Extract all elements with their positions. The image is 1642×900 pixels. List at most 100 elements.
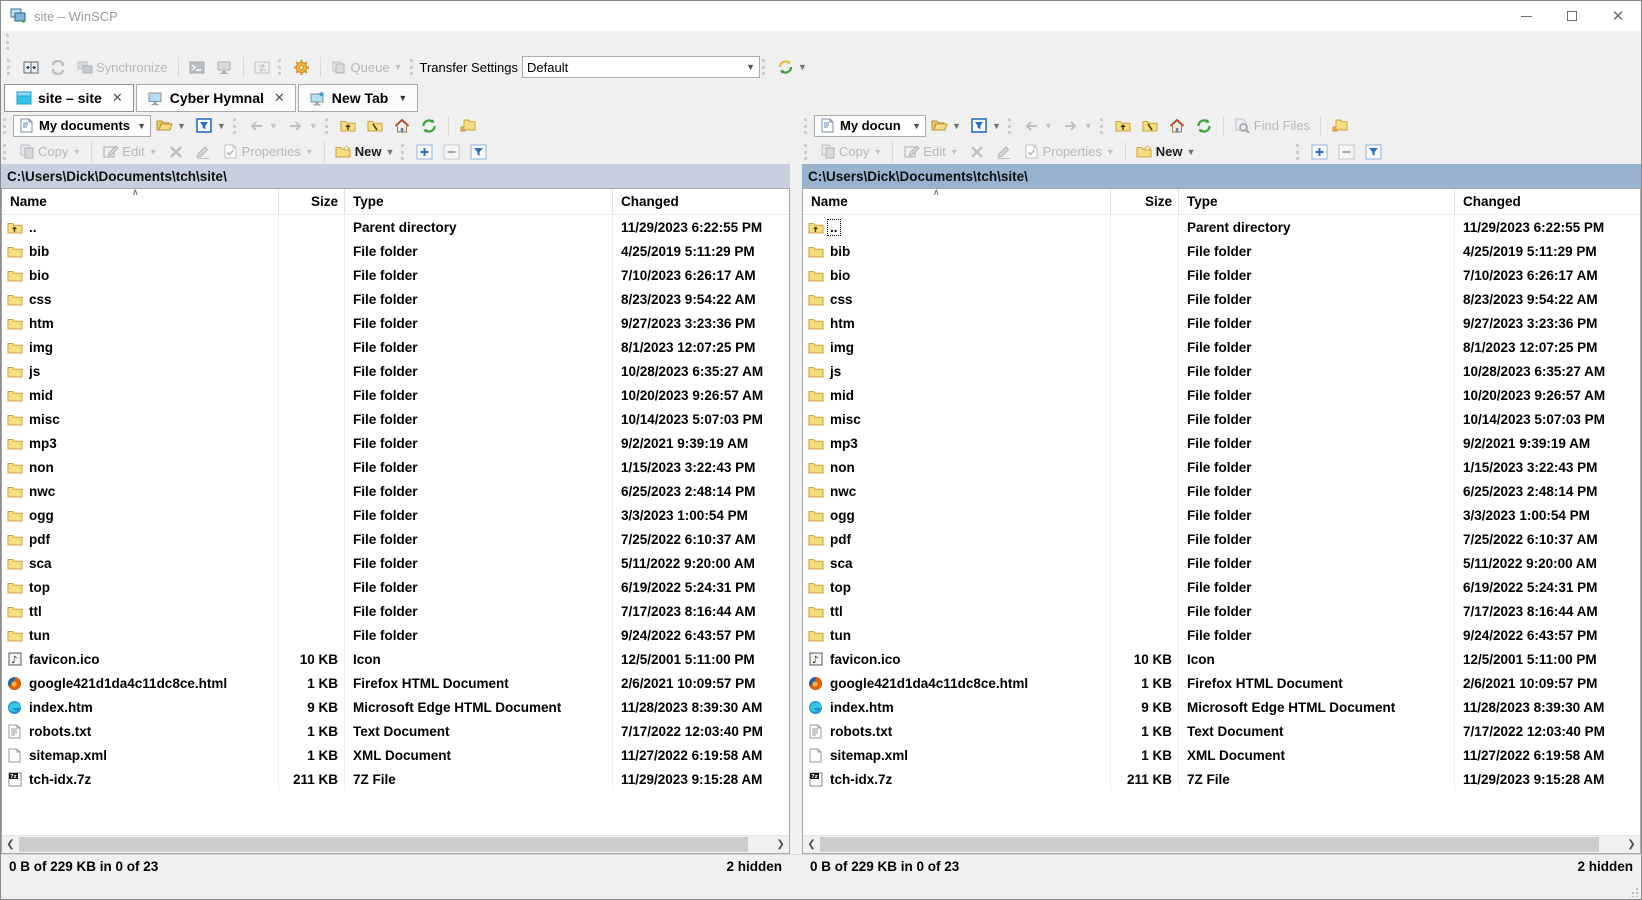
file-row-misc[interactable]: miscFile folder10/14/2023 5:07:03 PM (803, 407, 1640, 431)
file-row-google421d1da4c11dc8ce.html[interactable]: google421d1da4c11dc8ce.html1 KBFirefox H… (2, 671, 789, 695)
scroll-right-icon[interactable]: ❯ (772, 836, 789, 853)
column-header-name[interactable]: Name∧ (2, 189, 279, 214)
file-row-css[interactable]: cssFile folder8/23/2023 9:54:22 AM (2, 287, 789, 311)
file-row-parent[interactable]: ..Parent directory11/29/2023 6:22:55 PM (803, 215, 1640, 239)
left-refresh-button[interactable] (416, 113, 443, 138)
right-find-files-button[interactable]: Find Files (1229, 113, 1315, 138)
file-row-tch-idx.7z[interactable]: 7ztch-idx.7z211 KB7Z File11/29/2023 9:15… (803, 767, 1640, 791)
left-forward-button[interactable]: ▼ (283, 113, 323, 138)
toolbar-gripper[interactable] (804, 144, 809, 160)
file-row-ttl[interactable]: ttlFile folder7/17/2023 8:16:44 AM (803, 599, 1640, 623)
transfer-settings-select[interactable]: Default ▼ (522, 56, 760, 78)
right-root-directory-button[interactable] (1137, 113, 1164, 138)
file-row-htm[interactable]: htmFile folder9/27/2023 3:23:36 PM (803, 311, 1640, 335)
left-open-dir-bookmark-button[interactable] (454, 113, 481, 138)
file-row-robots.txt[interactable]: robots.txt1 KBText Document7/17/2022 12:… (2, 719, 789, 743)
right-horizontal-scrollbar[interactable]: ❮ ❯ (803, 835, 1640, 853)
tab-site-site[interactable]: site – site ✕ (4, 84, 134, 112)
preferences-panels-button[interactable] (17, 55, 44, 80)
left-copy-button[interactable]: Copy▼ (13, 139, 86, 164)
file-row-pdf[interactable]: pdfFile folder7/25/2022 6:10:37 AM (2, 527, 789, 551)
right-rename-button[interactable] (991, 139, 1018, 164)
right-location-select[interactable]: My docun ▼ (814, 115, 926, 137)
left-new-button[interactable]: New▼ (330, 139, 400, 164)
right-select-minus-button[interactable] (1333, 139, 1360, 164)
open-console-button[interactable] (184, 55, 211, 80)
left-horizontal-scrollbar[interactable]: ❮ ❯ (2, 835, 789, 853)
file-row-tun[interactable]: tunFile folder9/24/2022 6:43:57 PM (803, 623, 1640, 647)
file-row-favicon.ico[interactable]: ♪favicon.ico10 KBIcon12/5/2001 5:11:00 P… (2, 647, 789, 671)
file-row-index.htm[interactable]: index.htm9 KBMicrosoft Edge HTML Documen… (2, 695, 789, 719)
synchronize-button[interactable] (44, 55, 71, 80)
column-header-type[interactable]: Type (345, 189, 613, 214)
left-open-directory-button[interactable]: ▼ (151, 113, 191, 138)
file-row-mid[interactable]: midFile folder10/20/2023 9:26:57 AM (803, 383, 1640, 407)
file-row-top[interactable]: topFile folder6/19/2022 5:24:31 PM (803, 575, 1640, 599)
left-parent-directory-button[interactable] (335, 113, 362, 138)
queue-button[interactable]: Queue▼ (326, 55, 408, 80)
toolbar-gripper[interactable] (7, 59, 12, 75)
close-tab-icon[interactable]: ✕ (274, 90, 285, 106)
file-row-tun[interactable]: tunFile folder9/24/2022 6:43:57 PM (2, 623, 789, 647)
file-row-mp3[interactable]: mp3File folder9/2/2021 9:39:19 AM (2, 431, 789, 455)
right-properties-button[interactable]: Properties▼ (1018, 139, 1120, 164)
file-row-htm[interactable]: htmFile folder9/27/2023 3:23:36 PM (2, 311, 789, 335)
synchronize-browsing-button[interactable] (249, 55, 276, 80)
panel-splitter[interactable] (790, 112, 802, 854)
left-filter-button[interactable]: ▼ (191, 113, 231, 138)
file-row-bib[interactable]: bibFile folder4/25/2019 5:11:29 PM (2, 239, 789, 263)
file-row-mp3[interactable]: mp3File folder9/2/2021 9:39:19 AM (803, 431, 1640, 455)
file-row-js[interactable]: jsFile folder10/28/2023 6:35:27 AM (2, 359, 789, 383)
tab-new-tab[interactable]: New Tab ▼ (298, 84, 418, 112)
right-open-dir-bookmark-button[interactable] (1326, 113, 1353, 138)
left-select-minus-button[interactable] (438, 139, 465, 164)
file-row-parent[interactable]: ..Parent directory11/29/2023 6:22:55 PM (2, 215, 789, 239)
toolbar-gripper[interactable] (804, 118, 809, 134)
right-copy-button[interactable]: Copy▼ (814, 139, 887, 164)
right-select-filter-button[interactable] (1360, 139, 1387, 164)
column-header-type[interactable]: Type (1179, 189, 1455, 214)
left-path-bar[interactable]: C:\Users\Dick\Documents\tch\site\ (1, 164, 790, 188)
column-header-name[interactable]: Name∧ (803, 189, 1111, 214)
toolbar-gripper[interactable] (1296, 144, 1301, 160)
file-row-img[interactable]: imgFile folder8/1/2023 12:07:25 PM (803, 335, 1640, 359)
right-edit-button[interactable]: Edit▼ (898, 139, 963, 164)
toolbar-gripper[interactable] (1100, 118, 1105, 134)
right-back-button[interactable]: ▼ (1018, 113, 1058, 138)
left-rename-button[interactable] (190, 139, 217, 164)
file-row-ttl[interactable]: ttlFile folder7/17/2023 8:16:44 AM (2, 599, 789, 623)
right-parent-directory-button[interactable] (1110, 113, 1137, 138)
open-in-putty-button[interactable] (211, 55, 238, 80)
right-open-directory-button[interactable]: ▼ (926, 113, 966, 138)
left-edit-button[interactable]: Edit▼ (97, 139, 162, 164)
file-row-robots.txt[interactable]: robots.txt1 KBText Document7/17/2022 12:… (803, 719, 1640, 743)
keep-up-to-date-button[interactable]: Synchronize (71, 55, 173, 80)
file-row-bio[interactable]: bioFile folder7/10/2023 6:26:17 AM (2, 263, 789, 287)
left-location-select[interactable]: My documents ▼ (13, 115, 151, 137)
file-row-css[interactable]: cssFile folder8/23/2023 9:54:22 AM (803, 287, 1640, 311)
file-row-non[interactable]: nonFile folder1/15/2023 3:22:43 PM (2, 455, 789, 479)
file-row-sca[interactable]: scaFile folder5/11/2022 9:20:00 AM (803, 551, 1640, 575)
file-row-img[interactable]: imgFile folder8/1/2023 12:07:25 PM (2, 335, 789, 359)
left-select-filter-button[interactable] (465, 139, 492, 164)
scroll-right-icon[interactable]: ❯ (1623, 836, 1640, 853)
left-delete-button[interactable] (163, 139, 190, 164)
scroll-left-icon[interactable]: ❮ (2, 836, 19, 853)
left-properties-button[interactable]: Properties▼ (217, 139, 319, 164)
column-header-size[interactable]: Size (279, 189, 345, 214)
right-home-directory-button[interactable] (1164, 113, 1191, 138)
column-header-size[interactable]: Size (1111, 189, 1179, 214)
file-row-google421d1da4c11dc8ce.html[interactable]: google421d1da4c11dc8ce.html1 KBFirefox H… (803, 671, 1640, 695)
file-row-pdf[interactable]: pdfFile folder7/25/2022 6:10:37 AM (803, 527, 1640, 551)
toolbar-gripper[interactable] (762, 59, 767, 75)
left-home-directory-button[interactable] (389, 113, 416, 138)
file-row-sitemap.xml[interactable]: sitemap.xml1 KBXML Document11/27/2022 6:… (803, 743, 1640, 767)
left-back-button[interactable]: ▼ (243, 113, 283, 138)
preferences-button[interactable] (288, 55, 315, 80)
toolbar-gripper[interactable] (401, 144, 406, 160)
column-header-changed[interactable]: Changed (1455, 189, 1640, 214)
right-filter-button[interactable]: ▼ (966, 113, 1006, 138)
toolbar-gripper[interactable] (410, 59, 415, 75)
left-root-directory-button[interactable] (362, 113, 389, 138)
toolbar-gripper[interactable] (3, 118, 8, 134)
